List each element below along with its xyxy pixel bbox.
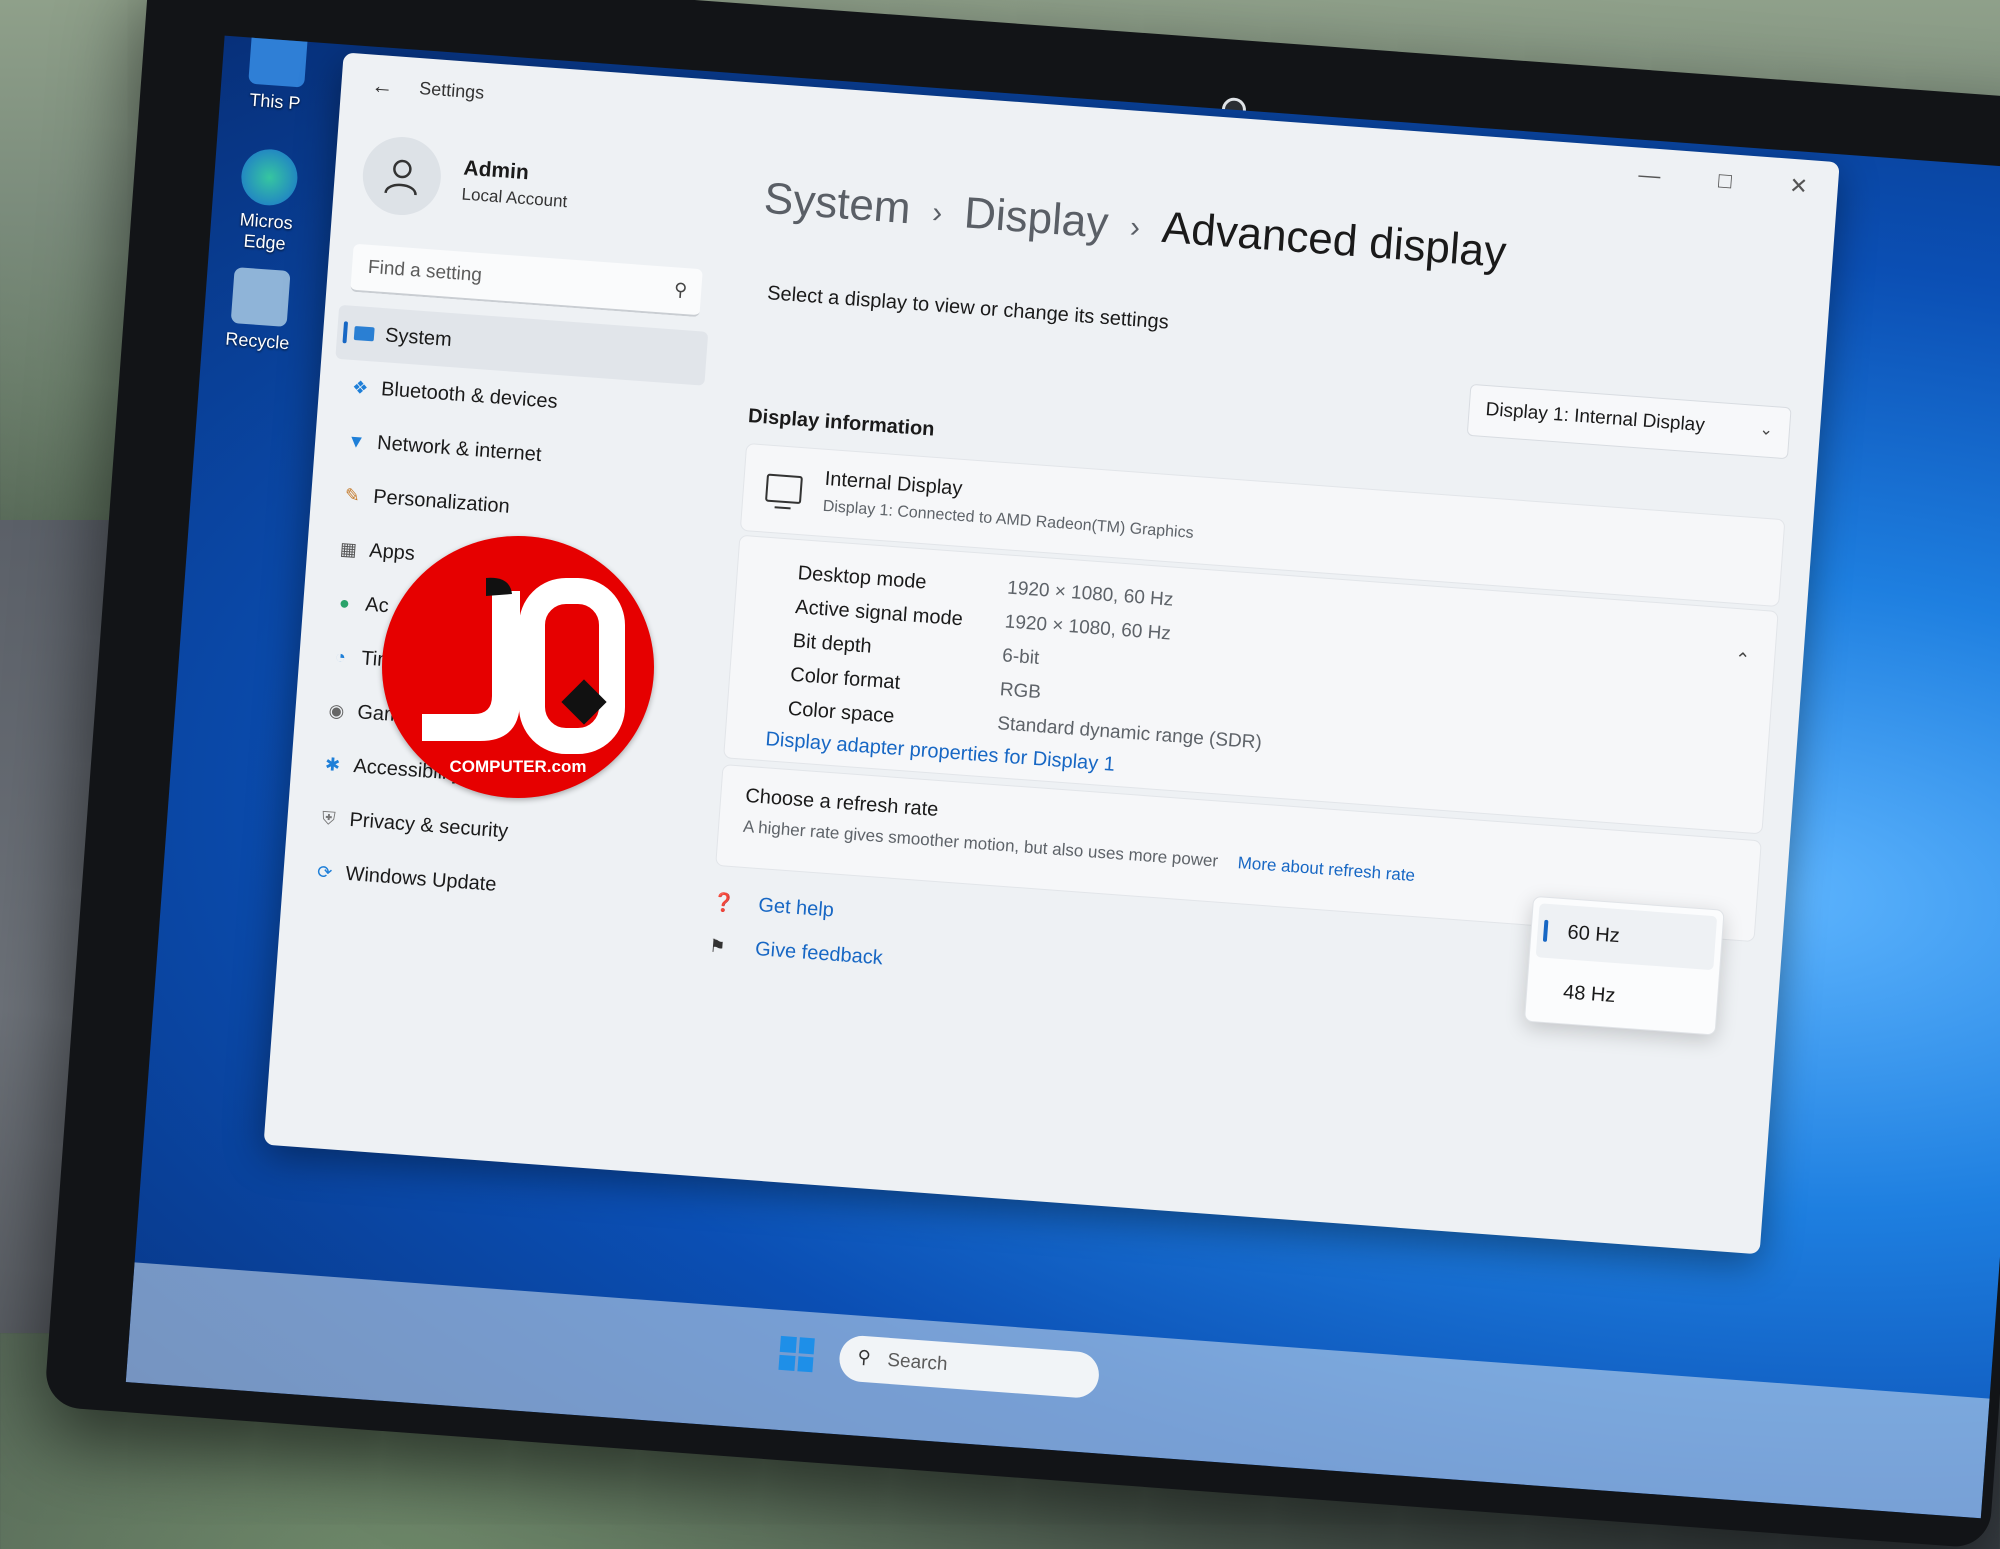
sidebar-item-label: System [384, 323, 453, 351]
chevron-down-icon: ⌄ [1758, 421, 1774, 440]
laptop-icon [764, 473, 803, 505]
display-connection: Display 1: Connected to AMD Radeon(TM) G… [822, 497, 1195, 542]
detail-value: 6-bit [1001, 645, 1040, 669]
minimize-icon[interactable]: — [1638, 162, 1662, 190]
select-display-label: Select a display to view or change its s… [766, 282, 1170, 334]
profile-account-type: Local Account [461, 184, 568, 212]
edge-icon [239, 147, 300, 208]
help-icon: ❓ [711, 891, 736, 913]
more-about-refresh-rate-link[interactable]: More about refresh rate [1237, 853, 1416, 886]
person-icon [384, 159, 417, 196]
search-icon: ⚲ [856, 1346, 872, 1368]
bluetooth-icon: ❖ [351, 376, 370, 398]
breadcrumb-separator: › [931, 196, 944, 231]
computer-icon [248, 35, 309, 88]
close-icon[interactable]: ✕ [1788, 173, 1809, 200]
refresh-rate-title: Choose a refresh rate [744, 784, 940, 821]
desktop-icon-label: This P [248, 89, 302, 114]
sidebar-item-label: Network & internet [376, 431, 543, 466]
taskbar: ⚲ Search [125, 1262, 1990, 1519]
maximize-icon[interactable]: □ [1717, 167, 1732, 194]
give-feedback-label: Give feedback [754, 937, 884, 969]
back-arrow-icon[interactable]: ← [370, 73, 395, 101]
search-input[interactable]: Find a setting ⚲ [350, 243, 703, 318]
update-icon: ⟳ [316, 861, 333, 883]
brush-icon: ✎ [344, 484, 361, 506]
shield-icon: ⛨ [321, 807, 337, 829]
clock-icon: ◔ [334, 645, 347, 667]
page-title: Advanced display [1160, 202, 1508, 278]
desktop-icon-edge[interactable]: Micros Edge [219, 146, 316, 256]
apps-icon: ▦ [339, 538, 358, 560]
section-title: Display information [747, 405, 936, 441]
get-help-label: Get help [757, 893, 835, 922]
profile-name: Admin [462, 156, 530, 185]
jq-computer-logo: COMPUTER.com [382, 536, 654, 798]
display-select-value: Display 1: Internal Display [1484, 399, 1706, 437]
sidebar-item-label: Personalization [372, 485, 511, 518]
refresh-rate-option-60[interactable]: 60 Hz [1535, 903, 1718, 971]
sidebar-item-label: Bluetooth & devices [380, 377, 559, 413]
search-placeholder: Find a setting [367, 256, 483, 287]
recycle-bin-icon [230, 267, 291, 327]
breadcrumb-display[interactable]: Display [963, 188, 1110, 247]
breadcrumb-separator: › [1128, 210, 1142, 245]
user-profile[interactable]: Admin Local Account [360, 134, 571, 227]
breadcrumb-system[interactable]: System [762, 174, 912, 234]
logo-graphic: COMPUTER.com [422, 577, 625, 776]
monitor-icon [352, 322, 376, 346]
windows-start-icon[interactable] [778, 1335, 815, 1373]
taskbar-search[interactable]: ⚲ Search [837, 1334, 1101, 1400]
refresh-rate-description: A higher rate gives smoother motion, but… [742, 816, 1219, 871]
search-icon: ⚲ [673, 279, 688, 301]
sidebar-item-label: Privacy & security [348, 808, 509, 843]
chevron-up-icon[interactable]: ⌃ [1734, 649, 1751, 671]
accessibility-icon: ✱ [324, 753, 341, 775]
avatar [360, 134, 444, 218]
display-select-dropdown[interactable]: Display 1: Internal Display ⌄ [1466, 383, 1792, 460]
wifi-icon: ▼ [346, 430, 366, 452]
person-icon: ● [338, 592, 351, 613]
desktop-icon-label: Recycle [224, 328, 291, 354]
taskbar-search-label: Search [886, 1349, 949, 1376]
gamepad-icon: ◉ [327, 699, 346, 721]
refresh-rate-option-48[interactable]: 48 Hz [1531, 963, 1712, 1030]
window-controls: — □ ✕ [1638, 162, 1809, 200]
details-list: Desktop mode 1920 × 1080, 60 Hz Active s… [787, 556, 1273, 760]
desktop-icon-this-pc[interactable]: This P [229, 35, 325, 116]
detail-value: RGB [999, 679, 1042, 704]
feedback-icon: ⚑ [708, 935, 727, 957]
display-name: Internal Display [824, 467, 964, 500]
desktop-icon-recycle-bin[interactable]: Recycle [212, 266, 308, 355]
sidebar-item-label: Windows Update [344, 862, 498, 896]
svg-text:COMPUTER.com: COMPUTER.com [450, 757, 587, 776]
help-links: ❓ Get help ⚑ Give feedback [708, 880, 888, 980]
laptop-bezel: This P Micros Edge Recycle ← Settings — … [43, 0, 2000, 1549]
refresh-rate-dropdown-menu: 60 Hz 48 Hz [1523, 895, 1725, 1036]
desktop-icon-label: Micros Edge [239, 209, 294, 254]
app-title: Settings [418, 78, 485, 103]
